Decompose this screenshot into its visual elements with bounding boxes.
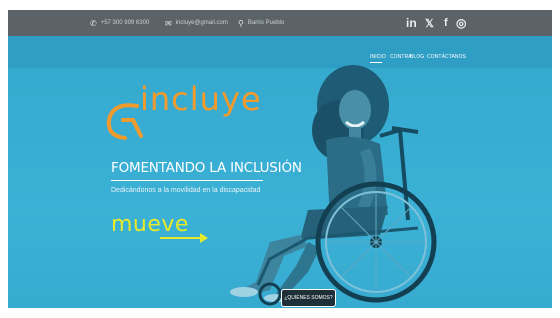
hero-subtitle: Dedicándonos a la movilidad en la discap… bbox=[111, 187, 261, 194]
hero-tagline: FOMENTANDO LA INCLUSIÓN bbox=[111, 160, 302, 176]
hero-photo-woman-wheelchair bbox=[230, 65, 437, 306]
tagline-divider bbox=[111, 180, 263, 181]
quienes-somos-button[interactable]: ¿QUIÉNES SOMOS? bbox=[281, 289, 336, 307]
arrow-right-icon bbox=[160, 233, 208, 243]
website-canvas: ✆ +57 300 999 6300 ✉ incluye@gmail.com ⚲… bbox=[8, 10, 552, 308]
wheelchair-logo-icon bbox=[106, 103, 143, 140]
logo-incluye[interactable]: incluye bbox=[140, 80, 262, 118]
